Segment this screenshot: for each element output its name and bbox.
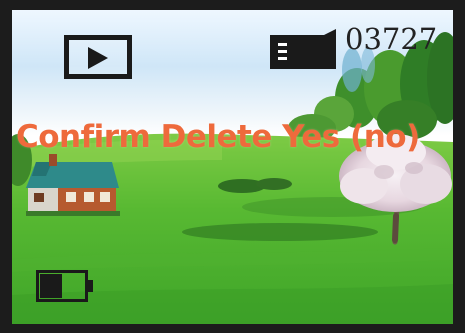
play-triangle-icon: [88, 47, 108, 69]
battery-fill: [40, 274, 62, 298]
file-counter: 03727: [345, 22, 438, 56]
house: [26, 154, 120, 216]
confirm-delete-message: Confirm Delete Yes (no): [16, 119, 420, 155]
playback-icon: [64, 35, 132, 79]
camera-lcd-frame: 03727 Confirm Delete Yes (no): [0, 0, 465, 333]
sd-card-icon: [270, 29, 336, 69]
battery-icon: [36, 270, 93, 302]
lcd-screen: 03727 Confirm Delete Yes (no): [12, 10, 453, 324]
tree-shadow: [182, 223, 378, 241]
